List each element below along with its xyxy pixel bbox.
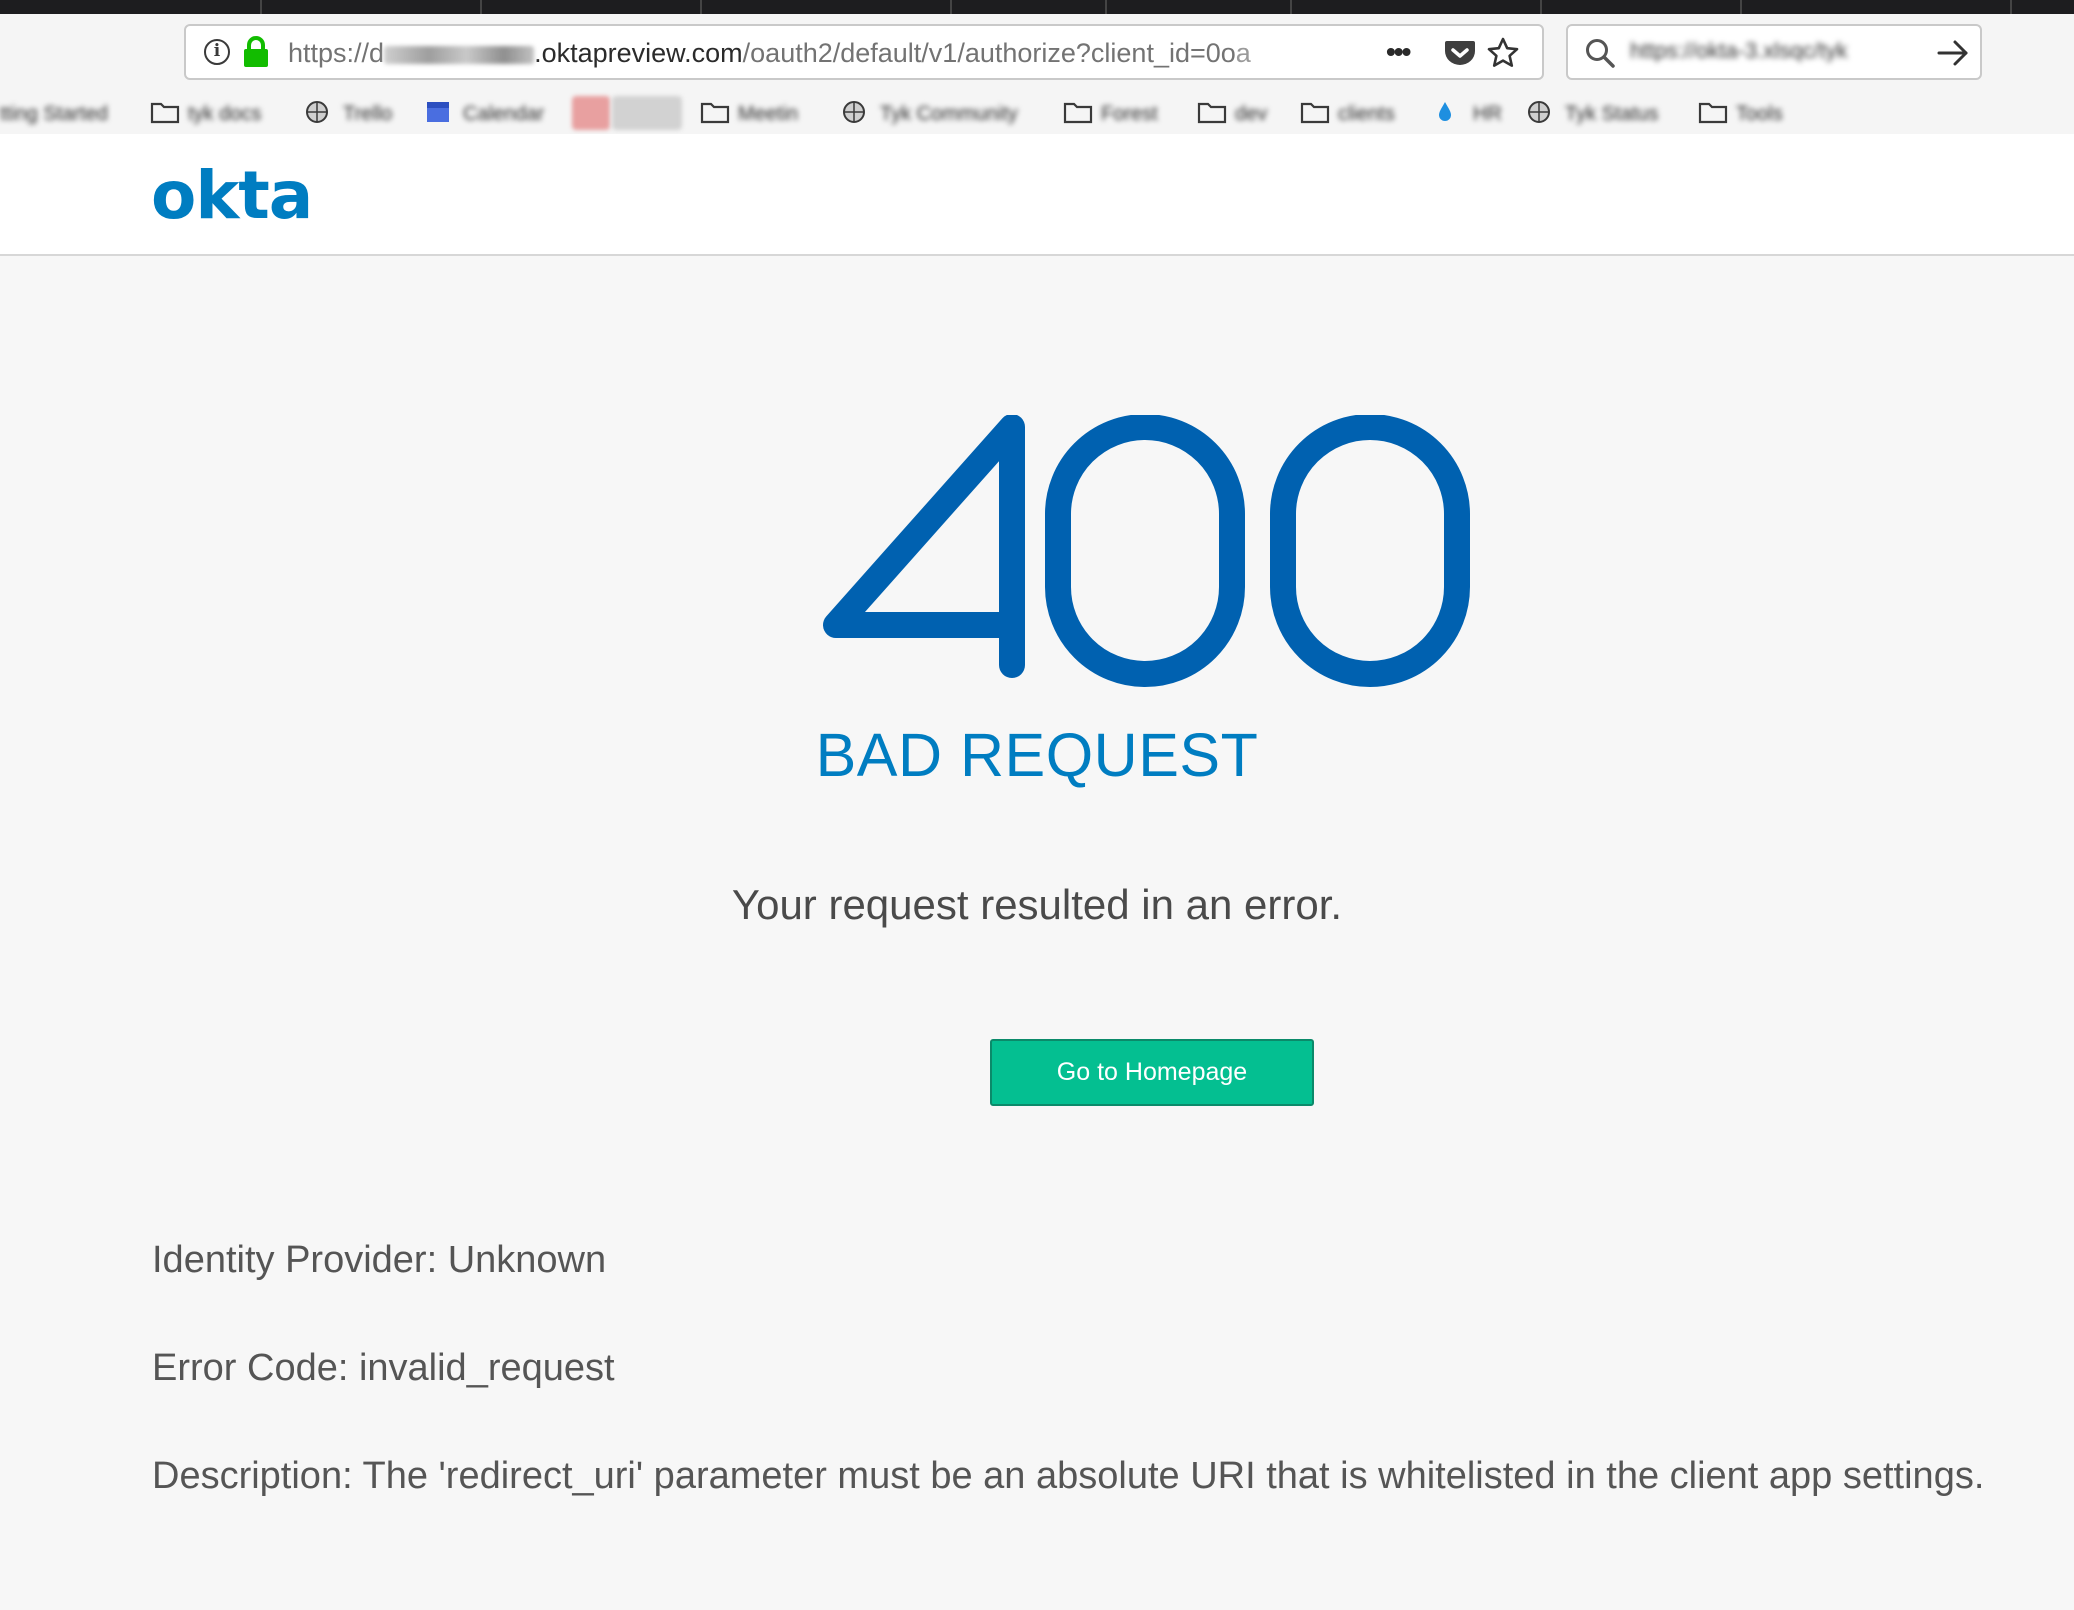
browser-tab-strip	[0, 0, 2074, 14]
folder-icon	[150, 102, 180, 124]
url-redacted-segment	[384, 46, 535, 64]
site-header: okta	[0, 134, 2074, 256]
lock-icon[interactable]	[242, 36, 270, 68]
url-path: /oauth2/default/v1/authorize?client_id=0…	[742, 38, 1236, 68]
bookmark-item[interactable]: Tyk Status	[1527, 94, 1682, 134]
globe-icon	[1528, 101, 1550, 123]
digit-0-first	[1045, 415, 1245, 687]
bookmark-label: clients	[1338, 103, 1395, 125]
bookmarks-toolbar: tting Started tyk docs Trello Calendar M…	[0, 94, 2074, 134]
identity-provider-detail: Identity Provider: Unknown	[152, 1239, 607, 1281]
search-bar[interactable]: https://okta-3.xlsqc/tyk	[1566, 24, 1982, 80]
tab-separator	[1290, 0, 1292, 14]
bookmark-item[interactable]: Calendar	[425, 94, 555, 134]
bookmark-item[interactable]	[572, 94, 687, 134]
browser-toolbar: i https://d .oktapreview.com/oauth2/defau…	[0, 14, 2074, 94]
bookmark-label: tyk docs	[188, 103, 262, 125]
bookmark-item[interactable]: HR	[1435, 94, 1515, 134]
url-overflow: a	[1235, 38, 1251, 68]
bookmark-item[interactable]: Tyk Community	[842, 94, 1052, 134]
digit-4	[823, 415, 1025, 678]
go-arrow-icon[interactable]	[1936, 38, 1970, 68]
bookmark-item[interactable]: Forest	[1063, 94, 1183, 134]
folder-icon	[1063, 102, 1093, 124]
folder-icon	[1197, 102, 1227, 124]
blurred-bookmark-label	[612, 96, 682, 130]
tab-separator	[1540, 0, 1542, 14]
tab-separator	[260, 0, 262, 14]
folder-icon	[1698, 102, 1728, 124]
go-to-homepage-button[interactable]: Go to Homepage	[990, 1039, 1314, 1106]
search-icon	[1586, 39, 1615, 68]
bookmark-item[interactable]: tyk docs	[150, 94, 290, 134]
url-scheme: https://d	[288, 38, 385, 68]
tab-separator	[1740, 0, 1742, 14]
folder-icon	[1300, 102, 1330, 124]
folder-icon	[700, 102, 730, 124]
bookmark-label: Tyk Community	[880, 103, 1018, 125]
bookmark-item[interactable]: Trello	[305, 94, 415, 134]
bookmark-label: tting Started	[0, 103, 108, 125]
digit-0-second	[1270, 415, 1470, 687]
tab-separator	[700, 0, 702, 14]
info-icon[interactable]: i	[204, 39, 230, 65]
bookmark-star-icon[interactable]	[1486, 36, 1520, 70]
okta-logo[interactable]: okta	[151, 161, 313, 231]
bookmark-label: Meetin	[738, 103, 799, 125]
bookmark-label: Forest	[1101, 103, 1158, 125]
drop-icon	[1439, 102, 1451, 121]
tab-separator	[950, 0, 952, 14]
error-status-code: 400	[0, 390, 2074, 720]
url-text[interactable]: https://d .oktapreview.com/oauth2/default…	[288, 37, 1388, 69]
tab-separator	[1105, 0, 1107, 14]
search-text[interactable]: https://okta-3.xlsqc/tyk	[1630, 40, 1920, 62]
error-description-detail: Description: The 'redirect_uri' paramete…	[152, 1455, 1985, 1497]
bookmark-label: Trello	[343, 103, 393, 125]
tab-separator	[480, 0, 482, 14]
address-bar[interactable]: i https://d .oktapreview.com/oauth2/defau…	[184, 24, 1544, 80]
calendar-icon	[427, 102, 449, 122]
error-code-detail: Error Code: invalid_request	[152, 1347, 615, 1389]
globe-icon	[306, 101, 328, 123]
bookmark-item[interactable]: Tools	[1698, 94, 1808, 134]
bookmark-label: dev	[1235, 103, 1268, 125]
pocket-icon[interactable]	[1444, 39, 1476, 67]
bookmark-label: Tyk Status	[1565, 103, 1659, 125]
bookmark-item[interactable]: tting Started	[0, 94, 140, 134]
url-host: .oktapreview.com	[534, 38, 743, 68]
error-code-graphic	[823, 415, 1470, 687]
tab-separator	[2010, 0, 2012, 14]
bookmark-label: HR	[1473, 103, 1502, 125]
globe-icon	[843, 101, 865, 123]
page-actions-menu-icon[interactable]: •••	[1386, 36, 1411, 68]
bookmark-item[interactable]: Meetin	[700, 94, 825, 134]
bookmark-label: Calendar	[463, 103, 545, 125]
error-title: BAD REQUEST	[815, 721, 1259, 789]
bookmark-item[interactable]: clients	[1300, 94, 1420, 134]
bookmark-label: Tools	[1736, 103, 1783, 125]
blurred-favicon	[572, 96, 610, 130]
error-message: Your request resulted in an error.	[731, 881, 1343, 928]
bookmark-item[interactable]: dev	[1197, 94, 1282, 134]
